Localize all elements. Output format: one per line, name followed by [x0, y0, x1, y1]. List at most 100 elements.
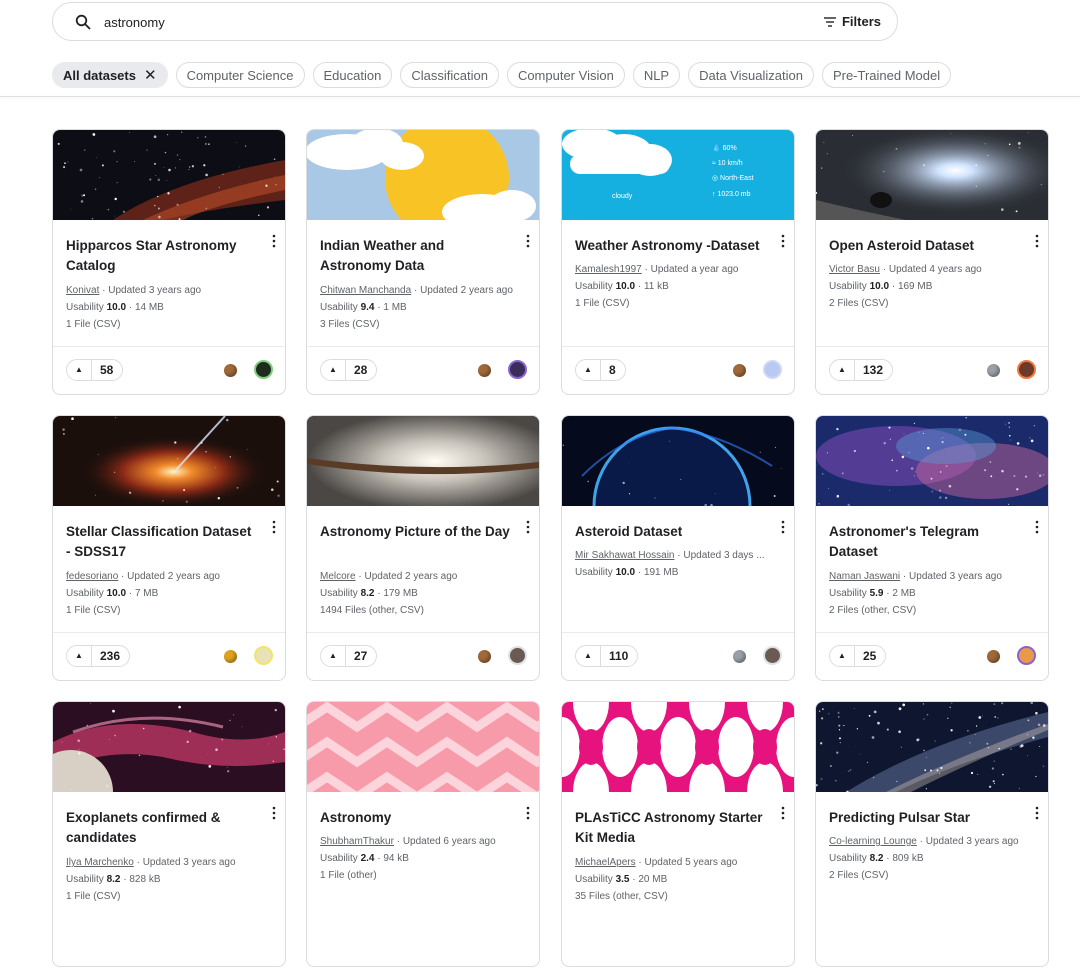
dataset-files: 1494 Files (other, CSV): [320, 605, 424, 616]
dataset-owner[interactable]: Melcore: [320, 571, 356, 582]
more-vert-icon[interactable]: [1034, 520, 1040, 534]
dataset-card[interactable]: Open Asteroid Dataset Victor Basu · Upda…: [815, 129, 1049, 395]
dataset-owner[interactable]: fedesoriano: [66, 571, 118, 582]
vote-count: 236: [100, 649, 121, 663]
dataset-owner[interactable]: ShubhamThakur: [320, 836, 394, 847]
author-avatar[interactable]: [508, 646, 527, 665]
more-vert-icon[interactable]: [271, 520, 277, 534]
more-vert-icon[interactable]: [271, 234, 277, 248]
dataset-owner-line: Konivat · Updated 3 years ago: [66, 285, 202, 296]
dataset-title[interactable]: Astronomy Picture of the Day: [320, 522, 510, 542]
dataset-owner[interactable]: Chitwan Manchanda: [320, 285, 411, 296]
chip-pre-trained-model[interactable]: Pre-Trained Model: [821, 62, 952, 88]
dataset-card[interactable]: Stellar Classification Dataset - SDSS17 …: [52, 415, 286, 681]
chip-all-datasets[interactable]: All datasets ✕: [52, 62, 168, 88]
dataset-title[interactable]: Indian Weather and Astronomy Data: [320, 236, 510, 276]
dataset-owner-line: MichaelApers · Updated 5 years ago: [575, 857, 738, 868]
dataset-card[interactable]: Exoplanets confirmed & candidates Ilya M…: [52, 701, 286, 967]
more-vert-icon[interactable]: [525, 234, 531, 248]
usability-score: 9.4: [360, 302, 375, 313]
chip-label: Computer Science: [186, 67, 294, 83]
dataset-owner[interactable]: Naman Jaswani: [829, 571, 900, 582]
chip-nlp[interactable]: NLP: [632, 62, 681, 88]
upvote-button[interactable]: ▲ 28: [320, 359, 378, 381]
search-input[interactable]: astronomy: [104, 15, 165, 30]
upvote-button[interactable]: ▲ 8: [575, 359, 626, 381]
card-footer: ▲ 8: [562, 346, 794, 394]
dataset-card[interactable]: Indian Weather and Astronomy Data Chitwa…: [306, 129, 540, 395]
author-avatar[interactable]: [763, 646, 782, 665]
more-vert-icon[interactable]: [780, 234, 786, 248]
author-avatar[interactable]: [508, 360, 527, 379]
dataset-card[interactable]: Predicting Pulsar Star Co-learning Loung…: [815, 701, 1049, 967]
author-avatar[interactable]: [254, 646, 273, 665]
upvote-button[interactable]: ▲ 110: [575, 645, 639, 667]
more-vert-icon[interactable]: [780, 806, 786, 820]
dataset-owner[interactable]: Kamalesh1997: [575, 264, 642, 275]
dataset-owner[interactable]: Victor Basu: [829, 264, 880, 275]
dataset-owner[interactable]: Konivat: [66, 285, 99, 296]
upvote-button[interactable]: ▲ 236: [66, 645, 131, 667]
chip-computer-vision[interactable]: Computer Vision: [506, 62, 625, 88]
usability-label: Usability: [66, 588, 104, 599]
author-avatar[interactable]: [254, 360, 273, 379]
usability-label: Usability: [575, 281, 613, 292]
dataset-title[interactable]: PLAsTiCC Astronomy Starter Kit Media: [575, 808, 765, 848]
author-avatar[interactable]: [1017, 646, 1036, 665]
card-footer: ▲ 27: [307, 632, 539, 680]
dataset-title[interactable]: Open Asteroid Dataset: [829, 236, 1019, 256]
dataset-usability-line: Usability 8.2 · 179 MB: [320, 588, 418, 599]
dataset-title[interactable]: Exoplanets confirmed & candidates: [66, 808, 256, 848]
more-vert-icon[interactable]: [780, 520, 786, 534]
dataset-card[interactable]: PLAsTiCC Astronomy Starter Kit Media Mic…: [561, 701, 795, 967]
dataset-owner[interactable]: Mir Sakhawat Hossain: [575, 550, 674, 561]
filters-button[interactable]: Filters: [823, 14, 881, 29]
dataset-usability-line: Usability 5.9 · 2 MB: [829, 588, 916, 599]
dataset-files: 35 Files (other, CSV): [575, 891, 668, 902]
dataset-updated: Updated 2 years ago: [420, 285, 513, 296]
search-bar[interactable]: astronomy Filters: [52, 2, 898, 41]
dataset-card[interactable]: Asteroid Dataset Mir Sakhawat Hossain · …: [561, 415, 795, 681]
dataset-title[interactable]: Astronomy: [320, 808, 510, 828]
vote-count: 132: [863, 363, 884, 377]
author-avatar[interactable]: [1017, 360, 1036, 379]
dataset-thumbnail: [53, 416, 285, 506]
chip-education[interactable]: Education: [312, 62, 393, 88]
more-vert-icon[interactable]: [271, 806, 277, 820]
dataset-title[interactable]: Asteroid Dataset: [575, 522, 765, 542]
dataset-owner[interactable]: MichaelApers: [575, 857, 636, 868]
svg-text:💧 60%: 💧 60%: [712, 143, 737, 152]
dataset-card[interactable]: Astronomy ShubhamThakur · Updated 6 year…: [306, 701, 540, 967]
dataset-title[interactable]: Hipparcos Star Astronomy Catalog: [66, 236, 256, 276]
card-footer: ▲ 236: [53, 632, 285, 680]
dataset-title[interactable]: Stellar Classification Dataset - SDSS17: [66, 522, 256, 562]
chip-classification[interactable]: Classification: [400, 62, 499, 88]
dataset-card[interactable]: Astronomy Picture of the Day Melcore · U…: [306, 415, 540, 681]
dataset-owner[interactable]: Ilya Marchenko: [66, 857, 134, 868]
more-vert-icon[interactable]: [525, 520, 531, 534]
dataset-title[interactable]: Predicting Pulsar Star: [829, 808, 1019, 828]
dataset-card[interactable]: 💧 60% ≈ 10 km/h ◎ North-East ↑ 1023.0 mb clo…: [561, 129, 795, 395]
dataset-card[interactable]: Astronomer's Telegram Dataset Naman Jasw…: [815, 415, 1049, 681]
more-vert-icon[interactable]: [1034, 234, 1040, 248]
filter-icon: [823, 16, 836, 27]
close-icon[interactable]: ✕: [144, 66, 157, 84]
dataset-files: 1 File (CSV): [66, 891, 121, 902]
medal-icon: [733, 364, 746, 377]
upvote-button[interactable]: ▲ 58: [66, 359, 124, 381]
dataset-title[interactable]: Astronomer's Telegram Dataset: [829, 522, 1019, 562]
chip-label: Classification: [411, 67, 488, 83]
upvote-button[interactable]: ▲ 132: [829, 359, 894, 381]
dataset-card[interactable]: Hipparcos Star Astronomy Catalog Konivat…: [52, 129, 286, 395]
more-vert-icon[interactable]: [525, 806, 531, 820]
upvote-button[interactable]: ▲ 27: [320, 645, 378, 667]
upvote-button[interactable]: ▲ 25: [829, 645, 887, 667]
chip-computer-science[interactable]: Computer Science: [175, 62, 305, 88]
chip-data-visualization[interactable]: Data Visualization: [688, 62, 814, 88]
dataset-title[interactable]: Weather Astronomy -Dataset: [575, 236, 765, 256]
author-avatar[interactable]: [763, 360, 782, 379]
card-footer: ▲ 28: [307, 346, 539, 394]
more-vert-icon[interactable]: [1034, 806, 1040, 820]
dataset-owner[interactable]: Co-learning Lounge: [829, 836, 917, 847]
upvote-arrow-icon: ▲: [576, 360, 601, 380]
